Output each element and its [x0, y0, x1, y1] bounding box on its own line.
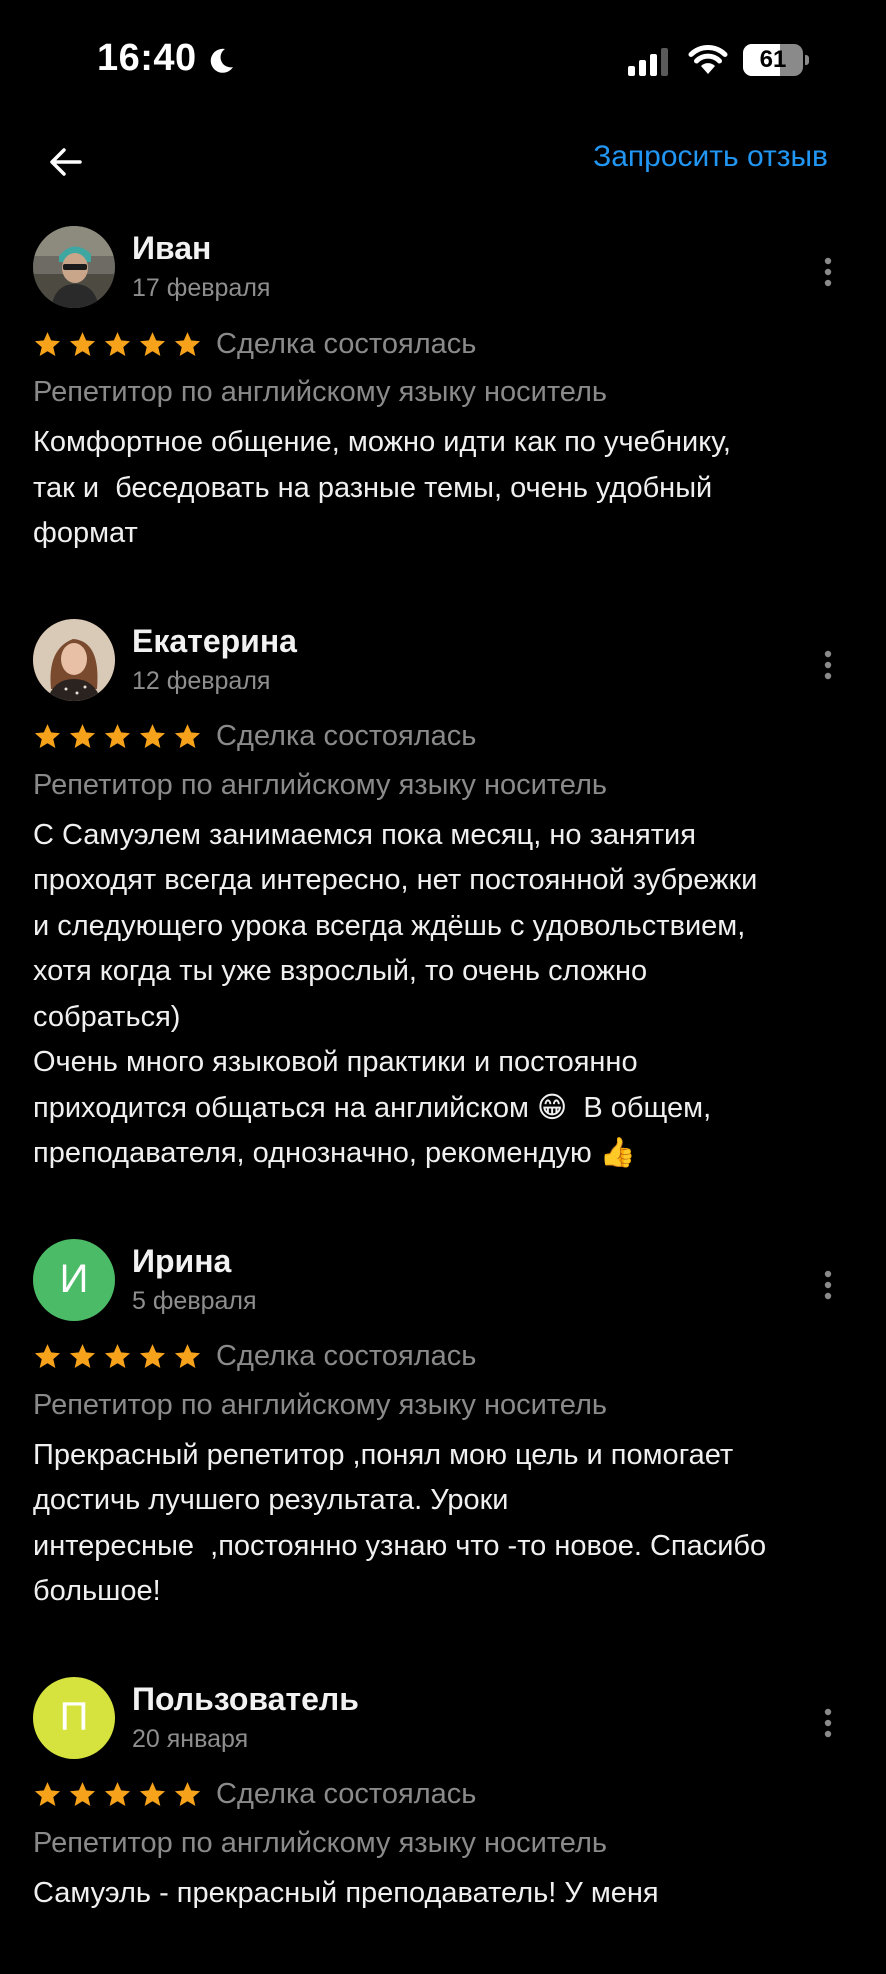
deal-status: Сделка состоялась [216, 1778, 477, 1810]
star-icon [34, 331, 61, 356]
status-time: 16:40 [97, 37, 197, 79]
author-name[interactable]: Екатерина [132, 623, 297, 660]
rating-row: Сделка состоялась [33, 717, 853, 757]
more-vertical-icon [824, 1708, 832, 1737]
star-icon [34, 1344, 61, 1368]
deal-status: Сделка состоялась [216, 720, 477, 752]
wifi-icon [688, 44, 728, 74]
rating-row: Сделка состоялась [33, 1337, 853, 1377]
battery-body: 61 [743, 44, 803, 76]
review-header: Иван 17 февраля [33, 222, 853, 308]
more-options-button[interactable] [813, 645, 843, 685]
star-icon [34, 1782, 61, 1806]
avatar[interactable]: П [33, 1676, 115, 1759]
review-service: Репетитор по английскому языку носитель [33, 768, 607, 801]
review-text: Прекрасный репетитор ,понял мою цель и п… [33, 1438, 767, 1608]
rating-row: Сделка состоялась [33, 324, 853, 364]
star-icon [104, 1782, 131, 1806]
author-name[interactable]: Пользователь [132, 1681, 359, 1718]
avatar-photo [33, 226, 115, 308]
star-icon [174, 331, 201, 356]
star-icon [174, 1782, 201, 1806]
battery-level: 61 [759, 46, 787, 73]
star-rating [33, 722, 202, 751]
avatar[interactable] [33, 618, 115, 701]
reviews-list: Иван 17 февраля Сделка состоялась Репети… [0, 222, 886, 1974]
more-vertical-icon [824, 650, 832, 679]
status-bar: 16:40 61 [0, 0, 886, 120]
review-text: С Самуэлем занимаемся пока месяц, но зан… [33, 818, 758, 1170]
battery-tip [805, 55, 809, 65]
more-options-button[interactable] [813, 1265, 843, 1305]
star-icon [174, 1344, 201, 1368]
star-icon [34, 724, 61, 748]
rating-row: Сделка состоялась [33, 1775, 853, 1815]
review-service: Репетитор по английскому языку носитель [33, 1826, 607, 1859]
review-card: Иван 17 февраля Сделка состоялась Репети… [0, 222, 886, 557]
star-rating [33, 1342, 202, 1371]
moon-icon [210, 48, 233, 73]
review-header: Екатерина 12 февраля [33, 615, 853, 701]
avatar[interactable]: И [33, 1238, 115, 1321]
star-icon [104, 331, 131, 356]
star-icon [69, 1782, 96, 1806]
back-button[interactable] [36, 132, 96, 192]
avatar-photo [33, 618, 115, 701]
review-card: И Ирина 5 февраля Сделка состоялась Репе… [0, 1235, 886, 1615]
star-icon [139, 724, 166, 748]
review-date: 12 февраля [132, 666, 271, 695]
review-card: П Пользователь 20 января Сделка состояла… [0, 1673, 886, 1917]
star-icon [174, 724, 201, 748]
signal-icon [628, 48, 668, 76]
review-text: Самуэль - прекрасный преподаватель! У ме… [33, 1876, 659, 1909]
star-icon [139, 1344, 166, 1368]
star-icon [139, 1782, 166, 1806]
star-icon [139, 331, 166, 356]
more-options-button[interactable] [813, 252, 843, 292]
review-card: Екатерина 12 февраля Сделка состоялась Р… [0, 615, 886, 1177]
author-name[interactable]: Ирина [132, 1243, 231, 1280]
author-name[interactable]: Иван [132, 230, 211, 267]
review-text: Комфортное общение, можно идти как по уч… [33, 426, 731, 549]
star-icon [104, 724, 131, 748]
review-date: 5 февраля [132, 1286, 257, 1315]
star-rating [33, 1780, 202, 1809]
avatar-initial: П [59, 1695, 89, 1739]
review-header: И Ирина 5 февраля [33, 1235, 853, 1321]
deal-status: Сделка состоялась [216, 1340, 477, 1372]
star-icon [69, 724, 96, 748]
review-date: 17 февраля [132, 274, 271, 302]
more-options-button[interactable] [813, 1703, 843, 1743]
star-rating [33, 330, 202, 359]
star-icon [104, 1344, 131, 1368]
avatar-initial: И [59, 1257, 89, 1301]
top-navigation: Запросить отзыв [0, 120, 886, 210]
review-service: Репетитор по английскому языку носитель [33, 1388, 607, 1421]
battery-icon: 61 [743, 44, 809, 76]
arrow-left-icon [50, 148, 82, 176]
star-icon [69, 1344, 96, 1368]
avatar[interactable] [33, 226, 115, 308]
deal-status: Сделка состоялась [216, 327, 477, 360]
star-icon [69, 331, 96, 356]
review-header: П Пользователь 20 января [33, 1673, 853, 1759]
review-date: 20 января [132, 1724, 249, 1753]
more-vertical-icon [824, 1270, 832, 1299]
request-review-link[interactable]: Запросить отзыв [593, 140, 828, 174]
review-service: Репетитор по английскому языку носитель [33, 376, 607, 408]
more-vertical-icon [824, 257, 832, 287]
